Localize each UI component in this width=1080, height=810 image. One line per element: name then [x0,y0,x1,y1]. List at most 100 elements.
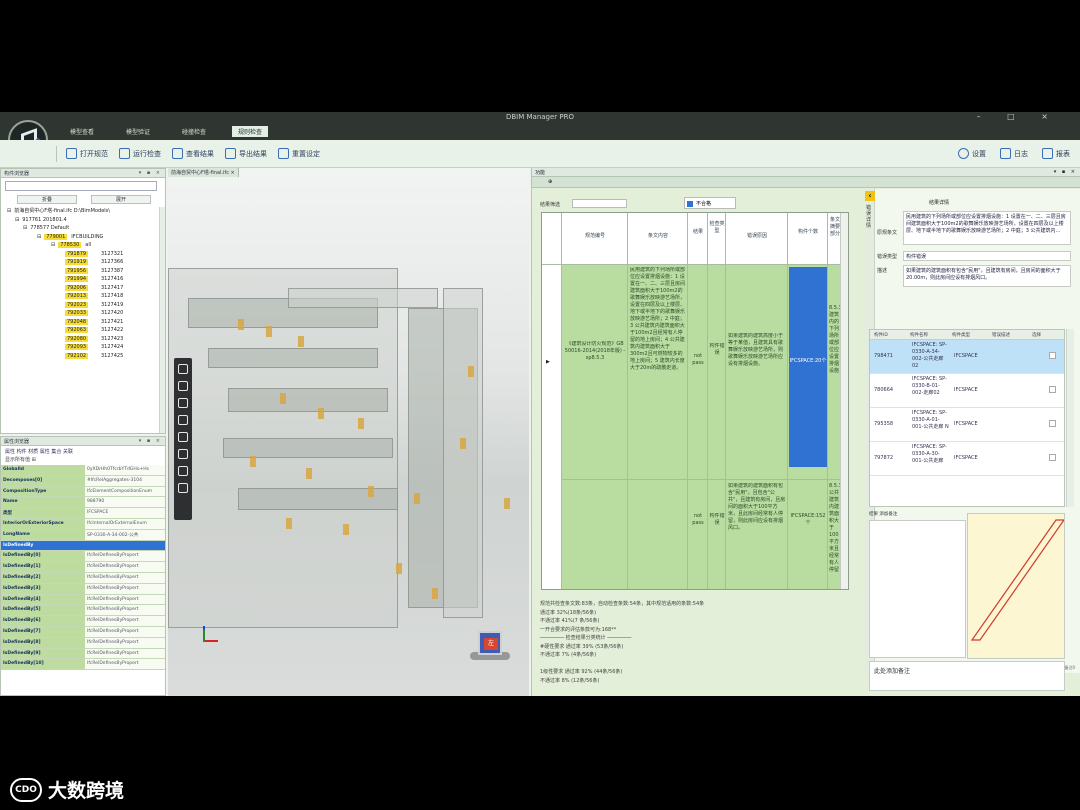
tree-expander-icon[interactable]: ⊟ [15,217,19,223]
property-row[interactable]: IsDefinedBy[1] IfcRelDefinesByPropert [1,562,165,573]
open-rules-button[interactable]: 打开规范 [66,148,108,159]
highlighted-space[interactable] [266,326,272,337]
run-check-button[interactable]: 运行检查 [119,148,161,159]
tree-node[interactable]: ⊟ 前海自贸中心F塔-final.ifc D:\BimModels\ [1,207,161,216]
highlighted-space[interactable] [368,486,374,497]
property-row[interactable]: InteriorOrExteriorSpace IfcInternalOrExte… [1,518,165,530]
header-component-name[interactable]: 构件名称 [910,332,928,338]
component-row[interactable]: 780664 IFCSPACE: SP-0330-B-01-002-走廊02 IFC… [870,374,1064,408]
highlighted-space[interactable] [460,438,466,449]
tree-node[interactable]: ⊟ 778577 Default [1,224,161,233]
view-results-button[interactable]: 查看结果 [172,148,214,159]
highlighted-space[interactable] [250,456,256,467]
tree-expander-icon[interactable]: ⊟ [23,225,27,231]
component-select-checkbox[interactable] [1049,420,1056,427]
tree-node[interactable]: ⊟ 778530 all [1,241,161,250]
component-row[interactable]: 798471 IFCSPACE: SP-0330-A-34-002-公共走廊 02… [870,340,1064,374]
highlighted-space[interactable] [396,563,402,574]
tree-node[interactable]: ⊟ 779001 IFCBUILDING [1,233,161,242]
highlighted-space[interactable] [280,393,286,404]
tree-node[interactable]: 792063 3127422 [1,326,161,335]
zoom-icon[interactable] [178,398,188,408]
tree-scrollbar[interactable] [159,207,165,433]
detail-tabs[interactable]: 结果 添加备注 [869,511,897,519]
header-reason[interactable]: 错误原因 [726,233,788,240]
tab-rule-check[interactable]: 规则检查 [232,126,269,137]
property-panel-pin-controls[interactable]: ▾ ▪ × [139,438,162,444]
collapse-button[interactable]: 折叠 [17,195,77,204]
property-row[interactable]: Name 988790 [1,497,165,509]
component-select-checkbox[interactable] [1049,352,1056,359]
header-count[interactable]: 构件个数 [788,229,828,236]
property-row[interactable]: IsDefinedBy[3] IfcRelDefinesByPropert [1,583,165,595]
section-box-icon[interactable] [178,415,188,425]
property-row[interactable]: IsDefinedBy[5] IfcRelDefinesByPropert [1,605,165,617]
component-select-checkbox[interactable] [1049,386,1056,393]
property-row[interactable]: IsDefinedBy[8] IfcRelDefinesByPropert [1,637,165,649]
property-row[interactable]: IsDefinedBy [1,540,165,552]
property-row[interactable]: IsDefinedBy[9] IfcRelDefinesByPropert [1,648,165,660]
highlighted-space[interactable] [468,366,474,377]
property-tools[interactable]: 显示所有值 ⊞ [1,455,165,465]
tree-node[interactable]: 792048 3127421 [1,318,161,327]
log-button[interactable]: 日志 [1000,148,1028,159]
property-row[interactable]: 类型 IFCSPACE [1,508,165,519]
tree-node[interactable]: 791919 3127366 [1,258,161,267]
highlighted-space[interactable] [414,493,420,504]
highlighted-space[interactable] [286,518,292,529]
tree-node[interactable]: 792023 3127419 [1,301,161,310]
component-row[interactable]: 795358 IFCSPACE: SP-0330-A-01-001-公共走廊 N I… [870,408,1064,442]
result-preview-right[interactable] [967,513,1065,659]
collapse-arrow-icon[interactable]: ‹ [865,191,875,201]
component-count[interactable]: IFCSPACE:152个 [789,513,827,527]
fail-only-checkbox[interactable]: 不合格 [684,197,736,209]
highlighted-space[interactable] [358,418,364,429]
tree-search-input[interactable] [5,181,157,191]
header-component-type[interactable]: 构件类型 [952,332,970,338]
report-button[interactable]: 报表 [1042,148,1070,159]
results-scrollbar[interactable] [840,213,848,589]
property-row[interactable]: IsDefinedBy[4] IfcRelDefinesByPropert [1,594,165,606]
tree-node[interactable]: 792013 3127418 [1,292,161,301]
tree-node[interactable]: 792006 3127417 [1,284,161,293]
header-type[interactable]: 检查类型 [708,221,726,235]
window-controls[interactable]: – □ × [977,112,1060,121]
property-row[interactable]: Decomposes[0] #IfcRelAggregates-3104 [1,475,165,487]
component-count[interactable]: IFCSPACE:20个 [789,267,827,467]
property-row[interactable]: LongName SP-0330-A-34-002-公共 [1,529,165,541]
add-icon[interactable]: ⊕ [548,179,552,185]
highlighted-space[interactable] [318,408,324,419]
export-results-button[interactable]: 导出结果 [225,148,267,159]
component-row[interactable]: 797872 IFCSPACE: SP-0330-A-30-001-公共走廊 IFC… [870,442,1064,476]
home-view-icon[interactable] [178,364,188,374]
tab-model-view[interactable]: 模型查看 [70,127,94,136]
3d-viewport[interactable]: 前海自贸中心F塔-final.ifc × 左 [168,168,529,696]
check-panel-pin-controls[interactable]: ▾ ▪ × [1054,169,1077,175]
property-tabs[interactable]: 属性 构件 材质 属性 集合 关联 [1,446,165,455]
property-row[interactable]: CompositionType IfcElementCompositionEnum [1,486,165,498]
property-row[interactable]: IsDefinedBy[7] IfcRelDefinesByPropert [1,626,165,638]
measure-icon[interactable] [178,466,188,476]
highlighted-space[interactable] [432,588,438,599]
viewport-tab[interactable]: 前海自贸中心F塔-final.ifc × [168,168,239,177]
property-row[interactable]: IsDefinedBy[2] IfcRelDefinesByPropert [1,572,165,584]
tree-node[interactable]: ⊟ 917761 201801.4 [1,216,161,225]
highlighted-space[interactable] [504,498,510,509]
pan-icon[interactable] [178,381,188,391]
tree-expander-icon[interactable]: ⊟ [37,234,41,240]
filter-input[interactable] [572,199,627,208]
note-input[interactable]: 此处添加备注 [869,661,1065,691]
tree-node[interactable]: 792033 3127420 [1,309,161,318]
header-component-id[interactable]: 构件ID [874,332,888,338]
component-scrollbar[interactable] [1066,329,1074,507]
tree-node[interactable]: 791879 3127321 [1,250,161,259]
property-row[interactable]: IsDefinedBy[6] IfcRelDefinesByPropert [1,616,165,627]
tab-model-validate[interactable]: 模型验证 [126,127,150,136]
tab-clash-check[interactable]: 碰撞检查 [182,127,206,136]
property-row[interactable]: IsDefinedBy[10] IfcRelDefinesByPropert [1,659,165,671]
tree-node[interactable]: 792093 3127424 [1,343,161,352]
expand-button[interactable]: 展开 [91,195,151,204]
select-icon[interactable] [178,432,188,442]
settings-button[interactable]: 设置 [958,148,986,159]
tree-node[interactable]: 792080 3127423 [1,335,161,344]
